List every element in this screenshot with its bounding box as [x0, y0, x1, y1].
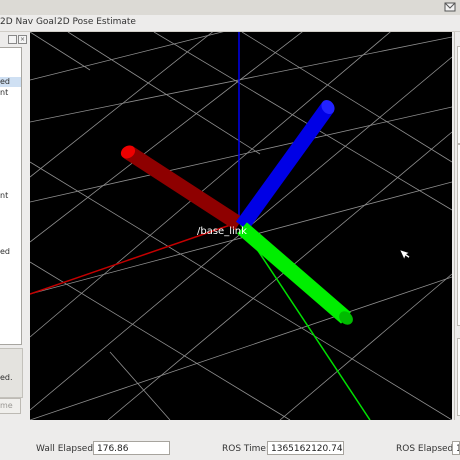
grid-line — [30, 181, 452, 295]
z-axis-marker — [235, 102, 335, 231]
display-item[interactable]: nt — [0, 88, 8, 98]
grid-line — [67, 32, 261, 155]
mouse-cursor-icon — [399, 249, 410, 260]
grid-line — [241, 32, 452, 163]
displays-panel-header: × — [0, 32, 29, 46]
ros-time-field[interactable]: 1365162120.74 — [267, 441, 344, 455]
3d-render-viewport[interactable]: /base_link — [30, 32, 452, 420]
display-status-panel: ed. — [0, 348, 23, 398]
right-panel — [454, 32, 460, 420]
x-axis-marker — [123, 145, 244, 231]
grid-line — [30, 32, 391, 338]
time-status-bar: Wall Elapsed: 176.86 ROS Time: 136516212… — [0, 432, 460, 460]
grid-line — [30, 161, 452, 420]
grid-line — [30, 106, 452, 203]
rviz-toolbar: 2D Nav Goal 2D Pose Estimate — [0, 15, 460, 32]
ros-elapsed-field[interactable]: 1 — [452, 441, 460, 455]
close-panel-icon[interactable]: × — [18, 35, 27, 44]
display-item[interactable]: ed — [0, 77, 21, 87]
grid-line — [153, 32, 452, 211]
window-title-bar — [0, 0, 460, 16]
float-panel-icon[interactable] — [8, 35, 17, 44]
status-text: ed. — [0, 373, 13, 382]
wall-elapsed-label: Wall Elapsed: — [36, 444, 97, 454]
grid-line — [30, 261, 291, 420]
grid-line — [30, 276, 452, 420]
display-item[interactable]: ed — [0, 247, 10, 257]
display-item[interactable]: nt — [0, 191, 8, 201]
pose-estimate-tool[interactable]: 2D Pose Estimate — [57, 17, 136, 27]
rename-button[interactable]: me — [0, 398, 21, 414]
grid-line — [30, 36, 452, 123]
grid-line — [30, 32, 91, 71]
grid-line — [109, 351, 171, 420]
displays-tree[interactable]: ed nt nt ed — [0, 47, 22, 345]
grid-line — [30, 32, 224, 81]
nav-goal-tool[interactable]: 2D Nav Goal — [0, 17, 56, 27]
ros-elapsed-label: ROS Elapsed: — [396, 444, 457, 454]
grid-line — [279, 273, 452, 420]
mail-icon[interactable] — [444, 1, 456, 13]
ros-time-label: ROS Time: — [222, 444, 269, 454]
frame-label: /base_link — [197, 226, 247, 237]
wall-elapsed-field[interactable]: 176.86 — [93, 441, 170, 455]
